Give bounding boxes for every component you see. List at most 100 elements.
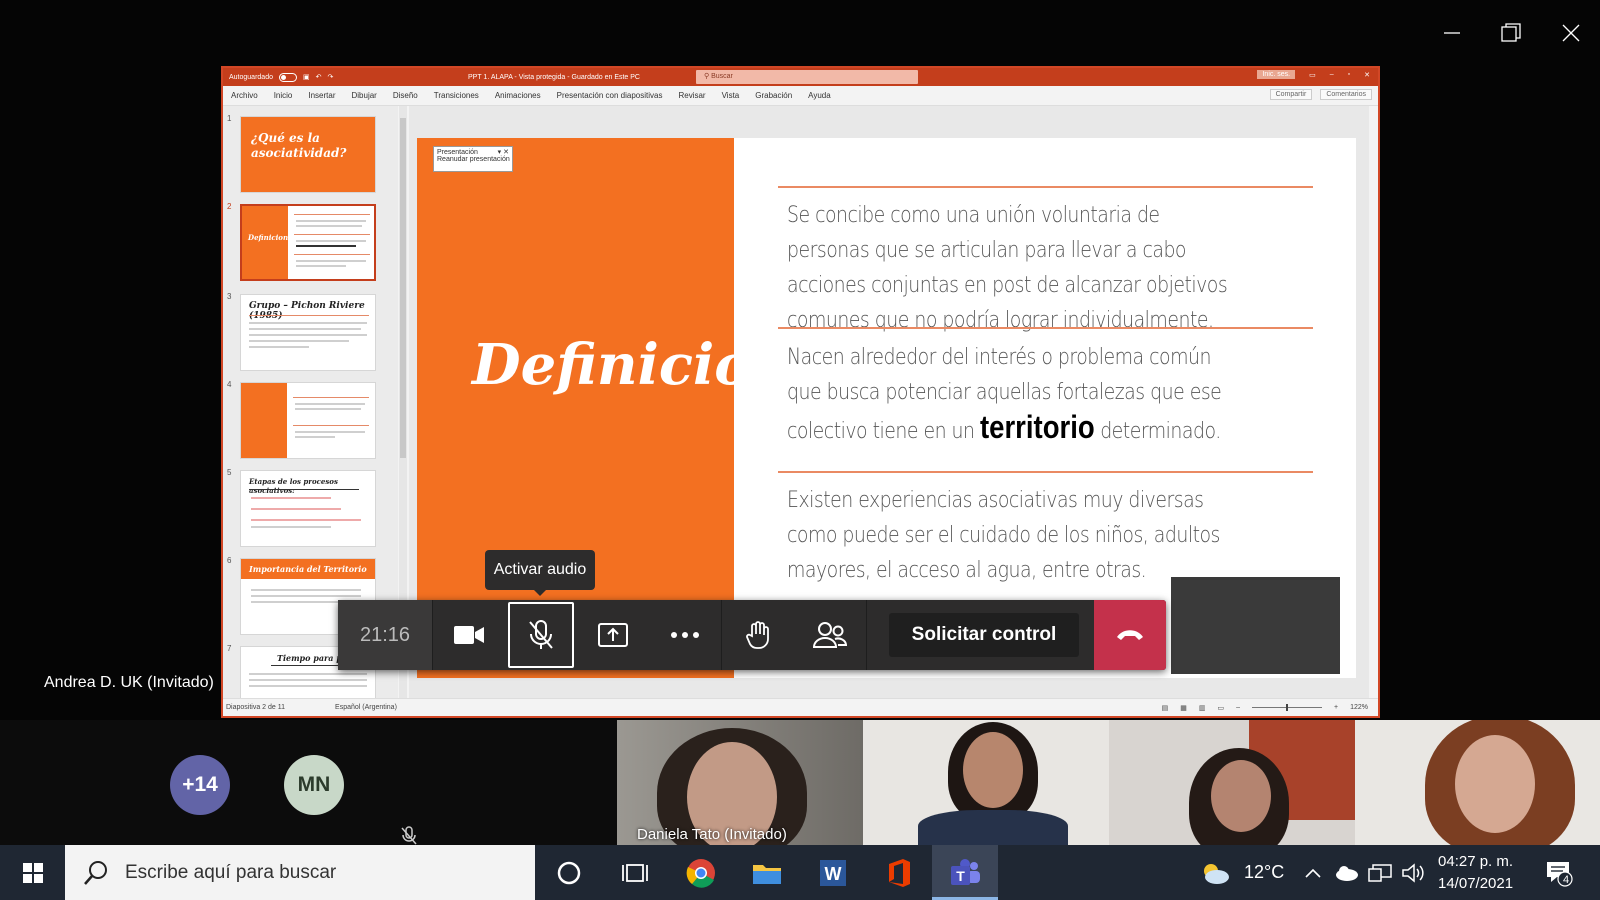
raise-hand-button[interactable] xyxy=(722,600,794,670)
restore-icon xyxy=(1501,23,1521,42)
slide-paragraph-3: Existen experiencias asociativas muy div… xyxy=(787,488,1220,583)
sorter-view-icon[interactable]: ▦ xyxy=(1180,704,1187,712)
network-icon xyxy=(1368,863,1392,882)
ribbon-tab-11[interactable]: Ayuda xyxy=(808,91,831,100)
slide-paragraph-2: Nacen alrededor del interés o problema c… xyxy=(787,340,1234,449)
request-control-button[interactable]: Solicitar control xyxy=(889,613,1079,657)
mic-button[interactable] xyxy=(508,602,574,668)
cortana-button[interactable] xyxy=(536,845,602,900)
autosave-label: Autoguardado xyxy=(229,73,273,81)
slide-thumbnail-1[interactable]: ¿Qué es la asociatividad? xyxy=(240,116,376,193)
volume-tray[interactable] xyxy=(1402,845,1426,900)
participant-video-2[interactable] xyxy=(863,720,1109,845)
close-button[interactable] xyxy=(1551,18,1591,48)
more-actions-button[interactable] xyxy=(649,600,721,670)
weather-widget[interactable]: 12°C xyxy=(1200,845,1284,900)
zoom-out-icon[interactable]: – xyxy=(1236,704,1240,711)
word-icon: W xyxy=(820,859,846,886)
ribbon-tab-2[interactable]: Insertar xyxy=(308,91,335,100)
slide-thumbnail-3[interactable]: Grupo – Pichon Riviere (1985) xyxy=(240,294,376,371)
share-screen-button[interactable] xyxy=(577,600,649,670)
comments-button[interactable]: Comentarios xyxy=(1320,89,1372,100)
speaker-icon xyxy=(1402,862,1424,883)
office-taskbar-button[interactable] xyxy=(866,845,932,900)
ppt-restore-icon[interactable]: ▫ xyxy=(1348,71,1350,78)
teams-meeting-window: Autoguardado ▣ ↶ ↷ PPT 1. ALAPA - Vista … xyxy=(0,0,1600,900)
ppt-statusbar: Diapositiva 2 de 11 Español (Argentina) … xyxy=(223,698,1378,716)
reading-view-icon[interactable]: ▥ xyxy=(1199,704,1206,712)
autosave-toggle[interactable] xyxy=(278,72,297,82)
self-view-tile xyxy=(1171,577,1340,674)
hang-up-button[interactable] xyxy=(1094,600,1166,670)
ribbon-tab-6[interactable]: Animaciones xyxy=(495,91,541,100)
normal-view-icon[interactable]: ▤ xyxy=(1162,704,1169,712)
language-indicator[interactable]: Español (Argentina) xyxy=(335,704,397,711)
notification-count: 4 xyxy=(1562,874,1570,886)
ribbon-tab-7[interactable]: Presentación con diapositivas xyxy=(557,91,663,100)
popup-close-icon[interactable]: ▾ ✕ xyxy=(498,148,509,156)
redo-icon[interactable]: ↷ xyxy=(327,73,333,81)
thumb-title: Definiciones: xyxy=(248,233,300,242)
minimize-button[interactable] xyxy=(1432,18,1472,48)
chrome-icon xyxy=(686,858,715,888)
presentation-popup: Presentación ▾ ✕ Reanudar presentación xyxy=(433,146,513,172)
ribbon-tab-9[interactable]: Vista xyxy=(722,91,740,100)
maximize-button[interactable] xyxy=(1491,18,1531,48)
participant-video-1[interactable]: Daniela Tato (Invitado) xyxy=(617,720,863,845)
thumb-title: Grupo – Pichon Riviere (1985) xyxy=(249,301,365,321)
undo-icon[interactable]: ↶ xyxy=(316,73,322,81)
slide-heading: Definiciones: xyxy=(472,332,881,398)
zoom-in-icon[interactable]: + xyxy=(1334,704,1338,711)
windows-taskbar: Escribe aquí para buscar W T 12°C 04:27 … xyxy=(0,845,1600,900)
chrome-taskbar-button[interactable] xyxy=(668,845,734,900)
folder-icon xyxy=(753,864,781,884)
ppt-search-box[interactable]: ⚲ Buscar xyxy=(696,70,918,84)
slide-counter: Diapositiva 2 de 11 xyxy=(226,704,286,711)
zoom-level[interactable]: 122% xyxy=(1350,704,1368,711)
taskbar-search[interactable]: Escribe aquí para buscar xyxy=(65,845,535,900)
ribbon-tab-5[interactable]: Transiciones xyxy=(434,91,479,100)
more-participants-avatar[interactable]: +14 xyxy=(170,755,230,815)
start-button[interactable] xyxy=(0,845,65,900)
ppt-minimize-icon[interactable]: – xyxy=(1330,71,1334,78)
slide-thumbnail-4[interactable] xyxy=(240,382,376,459)
svg-text:W: W xyxy=(825,864,842,884)
resume-presentation-button[interactable]: Reanudar presentación xyxy=(437,156,510,163)
slide-thumbnail-5[interactable]: Etapas de los procesos asociativos: xyxy=(240,470,376,547)
ribbon-tab-4[interactable]: Diseño xyxy=(393,91,418,100)
ribbon-tab-1[interactable]: Inicio xyxy=(274,91,293,100)
word-taskbar-button[interactable]: W xyxy=(800,845,866,900)
task-view-button[interactable] xyxy=(602,845,668,900)
clock-time: 04:27 p. m. xyxy=(1438,852,1514,870)
ribbon-tab-3[interactable]: Dibujar xyxy=(352,91,377,100)
file-explorer-button[interactable] xyxy=(734,845,800,900)
camera-button[interactable] xyxy=(433,600,505,670)
ribbon-tab-10[interactable]: Grabación xyxy=(755,91,792,100)
participant-video-3[interactable] xyxy=(1109,720,1355,845)
teams-taskbar-button[interactable]: T xyxy=(932,845,998,900)
ppt-close-icon[interactable]: ✕ xyxy=(1364,71,1370,79)
participant-video-4[interactable] xyxy=(1355,720,1600,845)
ribbon-tabs: Archivo Inicio Insertar Dibujar Diseño Transi… xyxy=(223,86,1378,106)
slideshow-icon[interactable]: ▭ xyxy=(1217,704,1224,712)
share-button[interactable]: Compartir xyxy=(1269,89,1313,100)
slide-divider xyxy=(778,327,1313,329)
clock[interactable]: 04:27 p. m. 14/07/2021 xyxy=(1438,845,1513,900)
zoom-slider[interactable] xyxy=(1252,704,1322,711)
ribbon-options-icon[interactable]: ▭ xyxy=(1309,71,1316,79)
show-hidden-icons[interactable] xyxy=(1305,845,1321,900)
sign-in-button[interactable]: Inic. ses. xyxy=(1257,70,1296,79)
participants-button[interactable] xyxy=(794,600,866,670)
thumb-title: Etapas de los procesos asociativos: xyxy=(249,477,338,495)
ribbon-tab-0[interactable]: Archivo xyxy=(231,91,258,100)
thumb-number: 4 xyxy=(227,380,232,389)
participant-avatar-mn[interactable]: MN xyxy=(284,755,344,815)
minimize-icon xyxy=(1444,32,1460,34)
call-timer: 21:16 xyxy=(338,600,432,670)
save-icon[interactable]: ▣ xyxy=(303,73,310,81)
ribbon-tab-8[interactable]: Revisar xyxy=(678,91,705,100)
onedrive-tray[interactable] xyxy=(1335,845,1359,900)
network-tray[interactable] xyxy=(1368,845,1392,900)
slide-thumbnail-2[interactable]: Definiciones: xyxy=(240,204,376,281)
notifications-button[interactable]: 4 xyxy=(1545,845,1573,900)
